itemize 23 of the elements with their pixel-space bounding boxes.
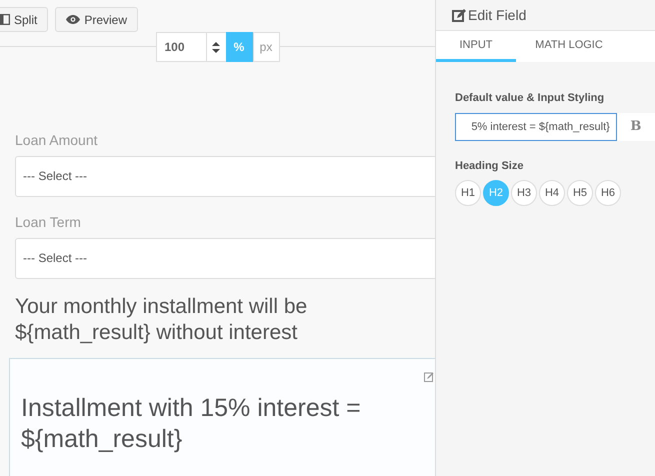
bold-button[interactable]: B bbox=[616, 112, 655, 140]
width-field[interactable]: 100 bbox=[156, 32, 206, 62]
eye-icon bbox=[66, 15, 80, 24]
split-view-icon bbox=[0, 14, 10, 25]
heading-size-button[interactable]: H6 bbox=[595, 180, 621, 206]
select-field[interactable]: --- Select --- bbox=[15, 238, 435, 279]
select-field[interactable]: --- Select --- bbox=[15, 156, 435, 197]
split-button[interactable]: Split bbox=[0, 7, 48, 32]
preview-button[interactable]: Preview bbox=[55, 7, 138, 32]
panel-title: Edit Field bbox=[468, 6, 526, 24]
field-label: Loan Term bbox=[15, 213, 82, 232]
field-label: Heading Size bbox=[455, 158, 524, 174]
heading-size-button[interactable]: H4 bbox=[539, 180, 565, 206]
heading-size-button[interactable]: H3 bbox=[511, 180, 537, 206]
heading-size-button[interactable]: H5 bbox=[567, 180, 593, 206]
heading-text: Your monthly installment will be ${math_result} without interest bbox=[15, 294, 308, 346]
field-label: Loan Amount bbox=[15, 131, 99, 150]
heading-size-button[interactable]: H1 bbox=[455, 180, 481, 206]
default-value-field[interactable]: 5% interest = ${math_result} bbox=[455, 112, 617, 140]
field-label: Default value & Input Styling bbox=[455, 91, 606, 106]
spinner-icon[interactable] bbox=[206, 32, 226, 62]
heading-text: Installment with 15% interest = ${math_result} bbox=[21, 393, 362, 455]
edit-icon bbox=[452, 8, 466, 22]
